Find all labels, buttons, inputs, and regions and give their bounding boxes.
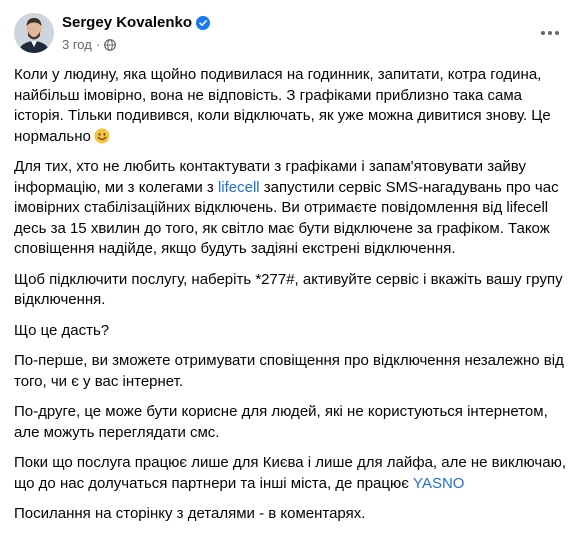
post-paragraph: Що це дасть? <box>14 321 110 339</box>
lifecell-link[interactable]: lifecell <box>218 179 260 196</box>
yasno-link[interactable]: YASNO <box>413 475 464 492</box>
globe-icon[interactable] <box>104 38 117 51</box>
post-paragraph: Щоб підключити послугу, наберіть *277#, … <box>14 270 563 309</box>
post-timestamp[interactable]: 3 год <box>62 37 92 52</box>
verified-badge-icon <box>196 15 211 30</box>
more-options-icon[interactable] <box>536 19 564 47</box>
meta-separator: · <box>95 37 101 52</box>
post-paragraph: По-перше, ви зможете отримувати сповіщен… <box>14 352 564 390</box>
author-name[interactable]: Sergey Kovalenko <box>62 14 192 31</box>
avatar-portrait-icon <box>14 13 54 53</box>
facebook-post: Sergey Kovalenko 3 год · Коли у людину, … <box>0 0 586 522</box>
post-paragraph: Для тих, хто не любить контактувати з гр… <box>14 157 574 260</box>
post-paragraph: Коли у людину, яка щойно подивилася на г… <box>14 65 574 147</box>
author-row: Sergey Kovalenko <box>62 14 211 31</box>
post-header: Sergey Kovalenko 3 год · <box>14 13 572 57</box>
smiling-face-emoji <box>94 128 110 144</box>
post-meta: 3 год · <box>62 37 117 52</box>
post-text: Коли у людину, яка щойно подивилася на г… <box>14 65 574 535</box>
author-avatar[interactable] <box>14 13 54 53</box>
post-paragraph: По-друге, це може бути корисне для людей… <box>14 403 548 441</box>
post-paragraph: Посилання на сторінку з деталями - в ком… <box>14 505 366 522</box>
paragraph-text: Поки що послуга працює лише для Києва і … <box>14 454 566 492</box>
post-paragraph: Поки що послуга працює лише для Києва і … <box>14 453 574 494</box>
